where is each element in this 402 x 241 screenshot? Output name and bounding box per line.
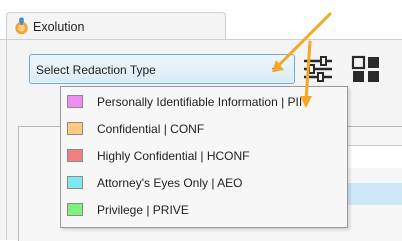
option-prive[interactable]: Privilege | PRIVE bbox=[67, 201, 343, 221]
conf-color-swatch bbox=[67, 122, 83, 135]
layout-grid-icon[interactable] bbox=[348, 52, 384, 86]
redaction-type-select[interactable]: Select Redaction Type bbox=[29, 54, 295, 84]
app-title: Exolution bbox=[33, 20, 85, 34]
option-aeo[interactable]: Attorney's Eyes Only | AEO bbox=[67, 174, 343, 194]
app-window: Exolution Select Redaction Type Personal… bbox=[0, 0, 402, 241]
option-label: Attorney's Eyes Only | AEO bbox=[97, 176, 243, 190]
prive-color-swatch bbox=[67, 203, 83, 216]
option-label: Confidential | CONF bbox=[97, 122, 205, 136]
app-logo-icon bbox=[15, 17, 28, 35]
aeo-color-swatch bbox=[67, 176, 83, 189]
option-conf[interactable]: Confidential | CONF bbox=[67, 120, 343, 140]
option-hconf[interactable]: Highly Confidential | HCONF bbox=[67, 147, 343, 167]
sliders-icon[interactable] bbox=[300, 52, 336, 86]
option-label: Personally Identifiable Information | PI… bbox=[97, 95, 303, 109]
pii-color-swatch bbox=[67, 95, 83, 108]
option-label: Privilege | PRIVE bbox=[97, 203, 189, 217]
option-label: Highly Confidential | HCONF bbox=[97, 149, 250, 163]
redaction-type-dropdown: Personally Identifiable Information | PI… bbox=[60, 86, 348, 228]
chevron-down-icon[interactable] bbox=[272, 68, 278, 72]
redaction-type-select-label: Select Redaction Type bbox=[36, 63, 156, 77]
hconf-color-swatch bbox=[67, 149, 83, 162]
option-pii[interactable]: Personally Identifiable Information | PI… bbox=[67, 93, 343, 113]
